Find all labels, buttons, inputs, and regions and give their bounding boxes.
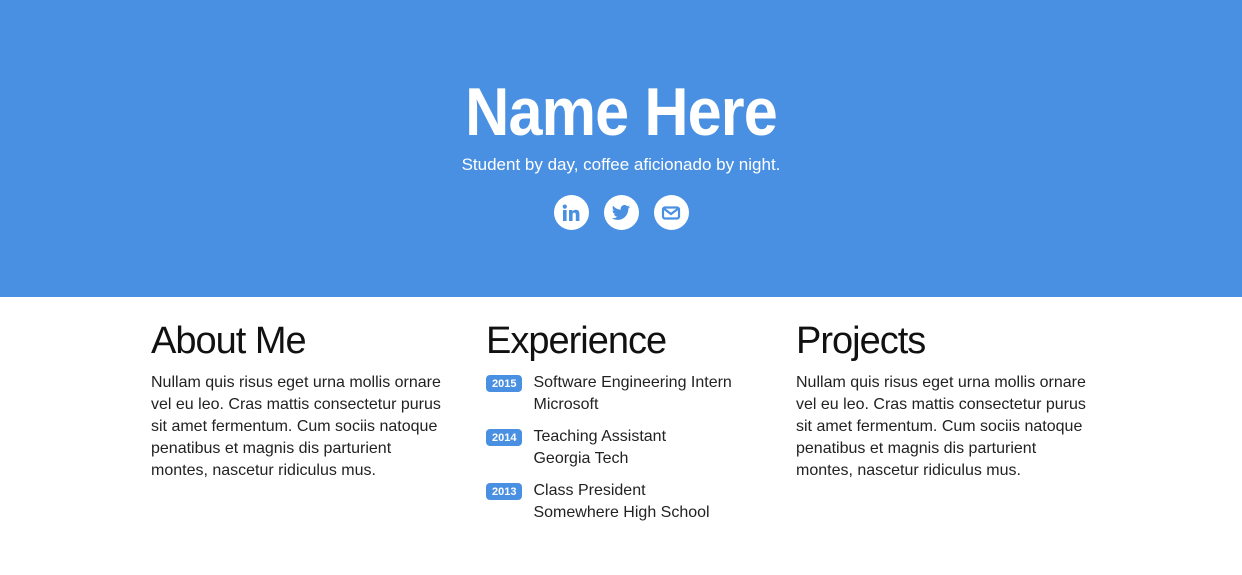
experience-heading: Experience (486, 320, 667, 362)
experience-org: Microsoft (533, 396, 599, 413)
experience-org: Somewhere High School (533, 504, 710, 521)
experience-title: Software Engineering Intern (533, 374, 732, 391)
experience-list: 2015 Software Engineering Intern Microso… (486, 372, 766, 524)
experience-title: Teaching Assistant (533, 428, 667, 445)
projects-text: Nullam quis risus eget urna mollis ornar… (796, 374, 1086, 479)
tagline: Student by day, coffee aficionado by nig… (461, 155, 781, 174)
hero-banner: Name Here Student by day, coffee aficion… (0, 0, 1242, 297)
list-item: 2013 Class President Somewhere High Scho… (486, 480, 766, 524)
social-links (0, 195, 1242, 230)
linkedin-icon (562, 204, 580, 221)
projects-heading: Projects (796, 320, 926, 362)
year-badge: 2013 (486, 483, 523, 500)
page-title: Name Here (465, 74, 778, 150)
list-item: 2015 Software Engineering Intern Microso… (486, 372, 766, 416)
linkedin-link[interactable] (553, 195, 589, 230)
experience-org: Georgia Tech (533, 450, 629, 467)
year-badge: 2015 (486, 375, 523, 392)
list-item: 2014 Teaching Assistant Georgia Tech (486, 426, 766, 470)
email-link[interactable] (653, 195, 689, 230)
about-heading: About Me (151, 320, 307, 362)
about-text: Nullam quis risus eget urna mollis ornar… (151, 374, 441, 479)
twitter-icon (611, 204, 631, 220)
about-section: About Me Nullam quis risus eget urna mol… (151, 318, 451, 482)
experience-section: Experience 2015 Software Engineering Int… (486, 318, 766, 534)
projects-section: Projects Nullam quis risus eget urna mol… (796, 318, 1096, 482)
envelope-icon (661, 205, 681, 220)
year-badge: 2014 (486, 429, 523, 446)
experience-title: Class President (533, 482, 646, 499)
twitter-link[interactable] (603, 195, 639, 230)
